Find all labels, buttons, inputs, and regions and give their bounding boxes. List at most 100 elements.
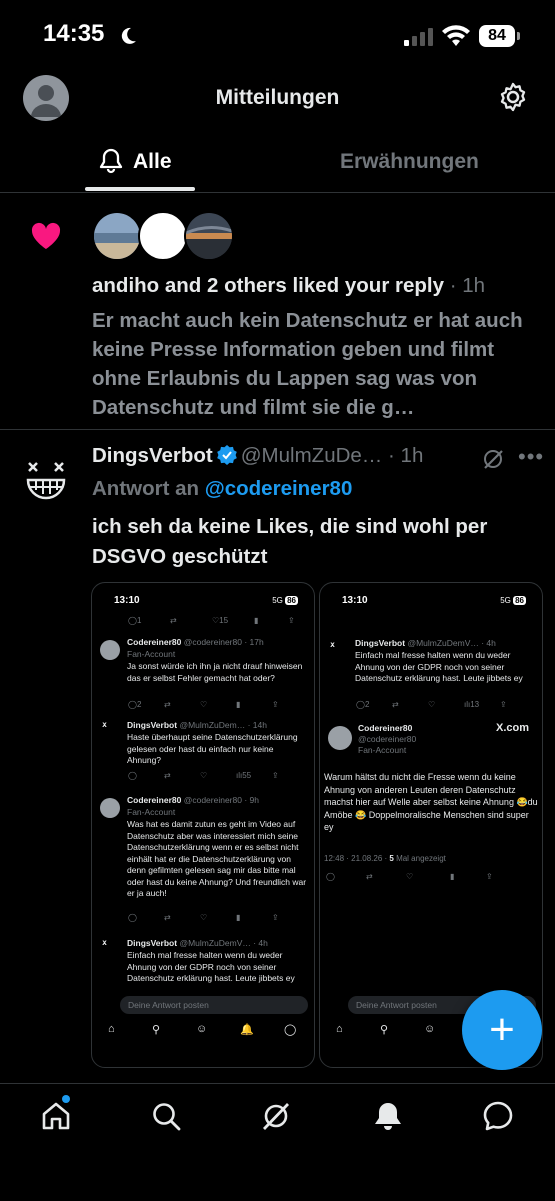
reply-prefix: Antwort an bbox=[92, 477, 200, 500]
shot1-time: 13:10 bbox=[114, 595, 140, 606]
battery-tip bbox=[517, 32, 520, 40]
author-handle: @MulmZuDe… bbox=[240, 444, 383, 467]
shot1-tweet1-handle: @codereiner80 · 17h bbox=[183, 637, 264, 647]
shot1-tweet1-text: Ja sonst würde ich ihn ja nicht drauf hi… bbox=[127, 661, 303, 683]
shot1-network: 5G 86 bbox=[272, 596, 298, 605]
search-icon[interactable] bbox=[150, 1100, 182, 1132]
like-notification-time: · 1h bbox=[449, 274, 486, 297]
reply-context: Antwort an @codereiner80 bbox=[92, 477, 352, 501]
page-title: Mitteilungen bbox=[215, 86, 340, 109]
shot1-compose: Deine Antwort posten bbox=[120, 996, 308, 1014]
notifications-tab-icon[interactable] bbox=[372, 1100, 404, 1132]
shot1-tweet4-text: Einfach mal fresse halten wenn du weder … bbox=[127, 950, 295, 983]
shot2-tweet-replies: 2 bbox=[364, 700, 370, 709]
shot2-main-actions: ◯ ⇄ ♡ ▮ ⇪ bbox=[326, 872, 493, 881]
shot1-net: 5G bbox=[272, 596, 283, 605]
more-options-icon[interactable]: ••• bbox=[518, 444, 544, 470]
shot2-net: 5G bbox=[500, 596, 511, 605]
shot1-tweet3-actions: ◯ ⇄ ♡ ▮ ⇪ bbox=[128, 913, 279, 922]
verified-icon bbox=[216, 445, 237, 465]
dingsverbot-avatar[interactable] bbox=[24, 458, 68, 502]
liked-reply-preview[interactable]: Er macht auch kein Datenschutz er hat au… bbox=[92, 306, 544, 422]
messages-tab-icon[interactable] bbox=[482, 1100, 514, 1132]
shot2-tweet-actions: ◯ 2 ⇄ ♡ ılı 13 ⇪ bbox=[356, 700, 507, 709]
shot2-brand: X.com bbox=[496, 722, 530, 734]
shot2-network: 5G 86 bbox=[500, 596, 526, 605]
like-notification-text: andiho and 2 others liked your reply bbox=[92, 274, 444, 297]
shot2-tweet-handle: @MulmZuDemV… · 4h bbox=[407, 638, 496, 648]
tab-all[interactable]: Alle bbox=[85, 140, 195, 190]
tab-all-label: Alle bbox=[133, 150, 172, 173]
moon-icon bbox=[118, 26, 138, 46]
shot1-navbar: ⌂ ⚲ ☺ 🔔 ◯ bbox=[108, 1023, 297, 1036]
attached-image-1[interactable]: 13:10 5G 86 ◯ 1 ⇄ ♡ 15 ▮ ⇪ Codereiner80 @cod… bbox=[91, 582, 315, 1068]
like-notification-title[interactable]: andiho and 2 others liked your reply · 1… bbox=[92, 274, 485, 298]
liker-avatar-2[interactable] bbox=[138, 211, 188, 261]
shot2-tweet-text: Einfach mal fresse halten wenn du weder … bbox=[355, 650, 523, 683]
shot2-main-text: Warum hältst du nicht die Fresse wenn du… bbox=[324, 772, 538, 832]
shot2-author-handle: @codereiner80 bbox=[358, 734, 417, 744]
shot2-meta-date: 12:48 · 21.08.26 · bbox=[324, 854, 390, 863]
shot2-tweet-name: DingsVerbot bbox=[355, 638, 406, 648]
shot2-battery: 86 bbox=[513, 596, 526, 605]
shot2-time: 13:10 bbox=[342, 595, 368, 606]
shot2-author-sub: Fan-Account bbox=[358, 745, 407, 755]
tab-active-indicator bbox=[85, 187, 195, 191]
shot1-tweet4-name: DingsVerbot bbox=[127, 938, 178, 948]
wifi-icon bbox=[442, 25, 470, 47]
shot1-battery: 86 bbox=[285, 596, 298, 605]
notification-divider bbox=[0, 429, 555, 430]
grok-tab-icon[interactable] bbox=[260, 1100, 292, 1132]
reply-tweet-header[interactable]: DingsVerbot @MulmZuDe… · 1h bbox=[92, 444, 423, 468]
tab-mentions[interactable]: Erwähnungen bbox=[340, 150, 479, 174]
shot2-author-name: Codereiner80 bbox=[358, 723, 413, 733]
shot1-tweet4-handle: @MulmZuDemV… · 4h bbox=[179, 938, 268, 948]
author-name: DingsVerbot bbox=[92, 444, 213, 467]
shot1-top-replies: 1 bbox=[136, 616, 142, 625]
gear-icon[interactable] bbox=[497, 81, 529, 113]
shot1-tweet2-head: DingsVerbot @MulmZuDem… · 14h bbox=[127, 720, 307, 732]
shot1-top-actions: ◯ 1 ⇄ ♡ 15 ▮ ⇪ bbox=[128, 616, 295, 625]
shot2-tweet-head: DingsVerbot @MulmZuDemV… · 4h bbox=[355, 638, 535, 650]
shot1-tweet3-head: Codereiner80 @codereiner80 · 9h bbox=[127, 795, 307, 807]
status-time: 14:35 bbox=[43, 20, 105, 47]
shot1-tweet3-name: Codereiner80 bbox=[127, 795, 182, 805]
shot1-tweet2-text: Haste überhaupt seine Datenschutzerkläru… bbox=[127, 732, 298, 765]
signal-icon bbox=[404, 28, 434, 46]
grok-icon[interactable] bbox=[482, 448, 504, 470]
shot1-tweet4-head: DingsVerbot @MulmZuDemV… · 4h bbox=[127, 938, 307, 950]
shot1-tweet3-sub: Fan-Account bbox=[127, 807, 176, 817]
shot1-tweet1-head: Codereiner80 @codereiner80 · 17h bbox=[127, 637, 307, 649]
shot1-tweet1-sub: Fan-Account bbox=[127, 649, 176, 659]
shot2-author-avatar bbox=[328, 726, 352, 750]
shot1-tweet2-name: DingsVerbot bbox=[127, 720, 178, 730]
shot1-bot-avatar-1: ᕽ bbox=[102, 722, 107, 733]
tweet-time: · 1h bbox=[388, 444, 424, 467]
battery-indicator: 84 bbox=[479, 25, 515, 47]
compose-post-button[interactable]: + bbox=[462, 990, 542, 1070]
tabs-divider bbox=[0, 192, 555, 193]
shot2-bot-avatar: ᕽ bbox=[330, 642, 335, 653]
shot1-tweet3-text: Was hat es damit zutun es geht im Video … bbox=[127, 819, 307, 898]
plus-icon: + bbox=[489, 1005, 515, 1054]
bell-icon bbox=[99, 148, 123, 174]
shot1-tweet1-name: Codereiner80 bbox=[127, 637, 182, 647]
shot1-bot-avatar-2: ᕽ bbox=[102, 940, 107, 951]
reply-tweet-text: ich seh da keine Likes, die sind wohl pe… bbox=[92, 515, 488, 568]
home-icon[interactable] bbox=[40, 1100, 72, 1132]
home-notification-dot bbox=[62, 1095, 70, 1103]
shot1-tweet2-handle: @MulmZuDem… · 14h bbox=[179, 720, 267, 730]
shot1-tweet3-handle: @codereiner80 · 9h bbox=[183, 795, 259, 805]
shot1-avatar-1 bbox=[100, 640, 120, 660]
shot2-views-label: Mal angezeigt bbox=[393, 854, 446, 863]
shot1-tweet2-views: 55 bbox=[242, 771, 252, 780]
liker-avatar-3[interactable] bbox=[184, 211, 234, 261]
shot1-top-likes: 15 bbox=[219, 616, 229, 625]
heart-icon bbox=[30, 222, 62, 250]
shot1-tweet1-actions: ◯ 2 ⇄ ♡ ▮ ⇪ bbox=[128, 700, 279, 709]
liker-avatar-1[interactable] bbox=[92, 211, 142, 261]
shot2-meta: 12:48 · 21.08.26 · 5 Mal angezeigt bbox=[324, 853, 446, 865]
shot1-avatar-2 bbox=[100, 798, 120, 818]
reply-mention-link[interactable]: @codereiner80 bbox=[205, 477, 353, 500]
shot1-tweet2-actions: ◯ ⇄ ♡ ılı 55 ⇪ bbox=[128, 771, 279, 780]
